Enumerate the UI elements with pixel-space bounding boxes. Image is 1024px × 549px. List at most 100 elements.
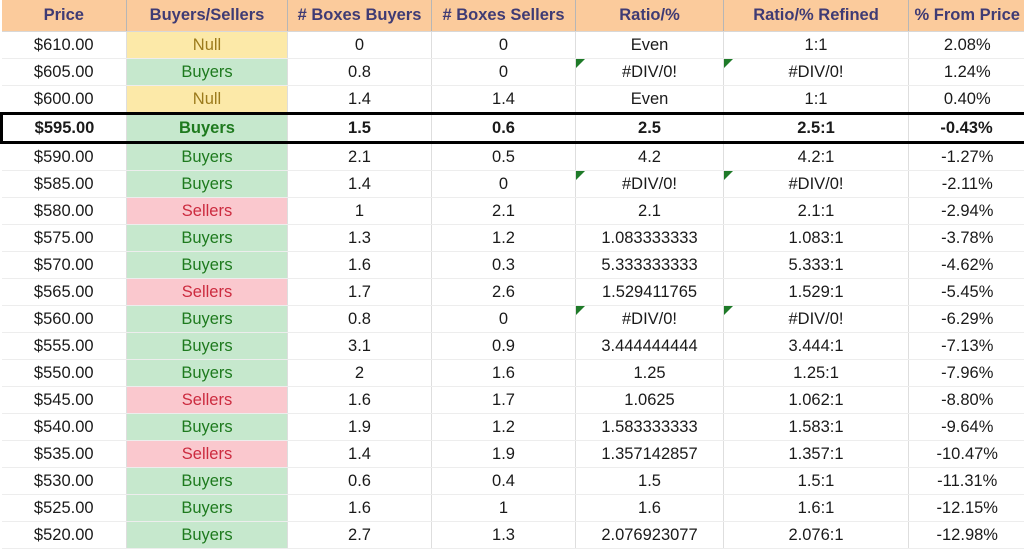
cell-ratio[interactable]: 2.5 — [576, 114, 724, 143]
table-row[interactable]: $565.00Sellers1.72.61.5294117651.529:1-5… — [2, 279, 1024, 306]
table-row[interactable]: $535.00Sellers1.41.91.3571428571.357:1-1… — [2, 441, 1024, 468]
cell-ratio-refined[interactable]: 1.5:1 — [724, 468, 909, 495]
column-header-ratio-refined[interactable]: Ratio/% Refined — [724, 0, 909, 32]
cell-price[interactable]: $545.00 — [2, 387, 127, 414]
cell-buyers-sellers[interactable]: Null — [127, 86, 288, 114]
cell-boxes-sellers[interactable]: 0 — [432, 32, 576, 59]
cell-ratio-refined[interactable]: 1.583:1 — [724, 414, 909, 441]
table-row[interactable]: $545.00Sellers1.61.71.06251.062:1-8.80% — [2, 387, 1024, 414]
cell-price[interactable]: $600.00 — [2, 86, 127, 114]
cell-pct-from-price[interactable]: -12.98% — [909, 522, 1024, 549]
cell-buyers-sellers[interactable]: Buyers — [127, 522, 288, 549]
cell-boxes-sellers[interactable]: 1.2 — [432, 414, 576, 441]
cell-boxes-sellers[interactable]: 1 — [432, 495, 576, 522]
cell-boxes-buyers[interactable]: 1.6 — [288, 495, 432, 522]
cell-ratio[interactable]: 1.25 — [576, 360, 724, 387]
cell-boxes-sellers[interactable]: 0 — [432, 306, 576, 333]
cell-boxes-sellers[interactable]: 1.2 — [432, 225, 576, 252]
table-row[interactable]: $530.00Buyers0.60.41.51.5:1-11.31% — [2, 468, 1024, 495]
cell-boxes-buyers[interactable]: 1.3 — [288, 225, 432, 252]
cell-buyers-sellers[interactable]: Buyers — [127, 143, 288, 171]
cell-boxes-buyers[interactable]: 1.4 — [288, 86, 432, 114]
cell-boxes-buyers[interactable]: 2.1 — [288, 143, 432, 171]
table-row[interactable]: $555.00Buyers3.10.93.4444444443.444:1-7.… — [2, 333, 1024, 360]
cell-ratio[interactable]: 3.444444444 — [576, 333, 724, 360]
cell-boxes-sellers[interactable]: 0 — [432, 59, 576, 86]
cell-buyers-sellers[interactable]: Sellers — [127, 441, 288, 468]
cell-price[interactable]: $550.00 — [2, 360, 127, 387]
cell-ratio-refined[interactable]: 2.5:1 — [724, 114, 909, 143]
cell-price[interactable]: $585.00 — [2, 171, 127, 198]
cell-price[interactable]: $535.00 — [2, 441, 127, 468]
cell-buyers-sellers[interactable]: Buyers — [127, 171, 288, 198]
cell-boxes-buyers[interactable]: 1.4 — [288, 171, 432, 198]
cell-buyers-sellers[interactable]: Buyers — [127, 225, 288, 252]
cell-boxes-buyers[interactable]: 1.7 — [288, 279, 432, 306]
cell-boxes-buyers[interactable]: 3.1 — [288, 333, 432, 360]
cell-ratio[interactable]: 1.357142857 — [576, 441, 724, 468]
column-header-boxes-buyers[interactable]: # Boxes Buyers — [288, 0, 432, 32]
cell-price[interactable]: $565.00 — [2, 279, 127, 306]
cell-boxes-buyers[interactable]: 2.7 — [288, 522, 432, 549]
table-row[interactable]: $560.00Buyers0.80#DIV/0!#DIV/0!-6.29% — [2, 306, 1024, 333]
cell-pct-from-price[interactable]: 1.24% — [909, 59, 1024, 86]
cell-pct-from-price[interactable]: 2.08% — [909, 32, 1024, 59]
table-row[interactable]: $580.00Sellers12.12.12.1:1-2.94% — [2, 198, 1024, 225]
cell-ratio[interactable]: 1.6 — [576, 495, 724, 522]
cell-ratio[interactable]: 2.1 — [576, 198, 724, 225]
table-row[interactable]: $540.00Buyers1.91.21.5833333331.583:1-9.… — [2, 414, 1024, 441]
cell-boxes-sellers[interactable]: 0.6 — [432, 114, 576, 143]
cell-ratio[interactable]: 4.2 — [576, 143, 724, 171]
cell-ratio-refined[interactable]: 1.357:1 — [724, 441, 909, 468]
cell-pct-from-price[interactable]: -11.31% — [909, 468, 1024, 495]
cell-pct-from-price[interactable]: -3.78% — [909, 225, 1024, 252]
cell-pct-from-price[interactable]: -2.11% — [909, 171, 1024, 198]
table-row[interactable]: $610.00Null00Even1:12.08% — [2, 32, 1024, 59]
cell-ratio[interactable]: #DIV/0! — [576, 306, 724, 333]
table-row[interactable]: $590.00Buyers2.10.54.24.2:1-1.27% — [2, 143, 1024, 171]
cell-pct-from-price[interactable]: -7.13% — [909, 333, 1024, 360]
cell-boxes-sellers[interactable]: 1.3 — [432, 522, 576, 549]
cell-boxes-buyers[interactable]: 1.4 — [288, 441, 432, 468]
cell-price[interactable]: $610.00 — [2, 32, 127, 59]
cell-price[interactable]: $560.00 — [2, 306, 127, 333]
cell-buyers-sellers[interactable]: Buyers — [127, 468, 288, 495]
cell-boxes-sellers[interactable]: 0 — [432, 171, 576, 198]
column-header-ratio[interactable]: Ratio/% — [576, 0, 724, 32]
table-row[interactable]: $550.00Buyers21.61.251.25:1-7.96% — [2, 360, 1024, 387]
cell-pct-from-price[interactable]: 0.40% — [909, 86, 1024, 114]
cell-price[interactable]: $525.00 — [2, 495, 127, 522]
cell-buyers-sellers[interactable]: Buyers — [127, 333, 288, 360]
cell-ratio[interactable]: 2.076923077 — [576, 522, 724, 549]
cell-boxes-buyers[interactable]: 1.6 — [288, 252, 432, 279]
cell-pct-from-price[interactable]: -9.64% — [909, 414, 1024, 441]
table-row[interactable]: $605.00Buyers0.80#DIV/0!#DIV/0!1.24% — [2, 59, 1024, 86]
cell-price[interactable]: $590.00 — [2, 143, 127, 171]
cell-price[interactable]: $530.00 — [2, 468, 127, 495]
cell-ratio[interactable]: #DIV/0! — [576, 59, 724, 86]
cell-ratio-refined[interactable]: 1:1 — [724, 86, 909, 114]
cell-buyers-sellers[interactable]: Buyers — [127, 360, 288, 387]
cell-price[interactable]: $570.00 — [2, 252, 127, 279]
cell-ratio[interactable]: Even — [576, 32, 724, 59]
cell-ratio-refined[interactable]: 2.076:1 — [724, 522, 909, 549]
cell-boxes-sellers[interactable]: 0.5 — [432, 143, 576, 171]
cell-boxes-sellers[interactable]: 1.6 — [432, 360, 576, 387]
cell-price[interactable]: $520.00 — [2, 522, 127, 549]
cell-price[interactable]: $575.00 — [2, 225, 127, 252]
cell-ratio-refined[interactable]: 1.062:1 — [724, 387, 909, 414]
cell-pct-from-price[interactable]: -12.15% — [909, 495, 1024, 522]
cell-pct-from-price[interactable]: -1.27% — [909, 143, 1024, 171]
cell-pct-from-price[interactable]: -5.45% — [909, 279, 1024, 306]
cell-buyers-sellers[interactable]: Buyers — [127, 252, 288, 279]
cell-ratio[interactable]: 1.583333333 — [576, 414, 724, 441]
cell-ratio[interactable]: #DIV/0! — [576, 171, 724, 198]
cell-pct-from-price[interactable]: -10.47% — [909, 441, 1024, 468]
cell-price[interactable]: $605.00 — [2, 59, 127, 86]
column-header-buyers-sellers[interactable]: Buyers/Sellers — [127, 0, 288, 32]
cell-buyers-sellers[interactable]: Buyers — [127, 114, 288, 143]
table-row[interactable]: $520.00Buyers2.71.32.0769230772.076:1-12… — [2, 522, 1024, 549]
cell-buyers-sellers[interactable]: Sellers — [127, 387, 288, 414]
cell-boxes-buyers[interactable]: 1 — [288, 198, 432, 225]
cell-pct-from-price[interactable]: -4.62% — [909, 252, 1024, 279]
